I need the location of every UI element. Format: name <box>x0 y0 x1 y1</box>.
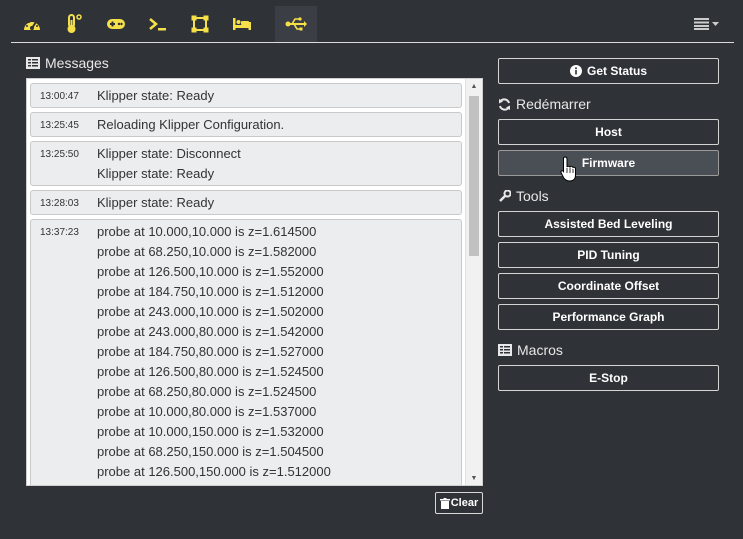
main-menu-button[interactable] <box>694 14 720 34</box>
message-entry: 13:37:23 probe at 10.000,10.000 is z=1.61… <box>30 219 462 485</box>
estop-label: E-Stop <box>589 371 628 385</box>
restart-title: Redémarrer <box>516 96 591 112</box>
get-status-button[interactable]: Get Status <box>498 58 719 84</box>
macros-header: Macros <box>498 342 563 358</box>
tools-header: Tools <box>498 188 549 204</box>
top-nav <box>11 6 734 42</box>
tab-heightmap[interactable] <box>179 6 221 42</box>
tab-bed[interactable] <box>221 6 263 42</box>
message-lines: probe at 10.000,10.000 is z=1.614500 prob… <box>97 222 461 485</box>
tab-console[interactable] <box>137 6 179 42</box>
message-text: probe at 10.000,80.000 is z=1.537000 <box>97 404 317 419</box>
tab-temperature[interactable] <box>53 6 95 42</box>
message-timestamp: 13:25:45 <box>40 120 79 131</box>
message-timestamp: 13:37:23 <box>40 227 79 238</box>
message-text: probe at 184.750,150.000 is z=1.492000 <box>97 482 461 485</box>
performance-graph-label: Performance Graph <box>552 310 665 324</box>
gamepad-icon <box>107 19 125 29</box>
bed-mesh-icon <box>191 15 209 33</box>
assisted-bed-leveling-button[interactable]: Assisted Bed Leveling <box>498 211 719 237</box>
messages-icon <box>26 57 40 69</box>
message-timestamp: 13:25:50 <box>40 149 79 160</box>
firmware-label: Firmware <box>581 156 636 170</box>
terminal-icon <box>149 18 166 31</box>
usb-icon <box>285 17 307 31</box>
message-text: Klipper state: Ready <box>97 166 215 181</box>
restart-header: Redémarrer <box>498 96 591 112</box>
tools-title: Tools <box>516 188 549 204</box>
message-text: Reloading Klipper Configuration. <box>97 117 285 132</box>
message-text: probe at 243.000,80.000 is z=1.542000 <box>97 324 324 339</box>
get-status-label: Get Status <box>586 64 647 78</box>
message-lines: Klipper state: Ready <box>97 193 461 213</box>
restart-firmware-button[interactable]: Firmware <box>498 150 719 176</box>
scroll-up-arrow-icon[interactable]: ▲ <box>466 79 482 93</box>
messages-scrollbar[interactable]: ▲ ▼ <box>465 79 482 485</box>
message-timestamp: 13:00:47 <box>40 91 79 102</box>
message-text: probe at 10.000,150.000 is z=1.532000 <box>97 424 324 439</box>
message-entry: 13:28:03 Klipper state: Ready <box>30 190 462 215</box>
message-lines: Klipper state: Disconnect Klipper state: … <box>97 144 461 184</box>
macros-list-icon <box>498 344 512 356</box>
performance-graph-button[interactable]: Performance Graph <box>498 304 719 330</box>
messages-header: Messages <box>26 55 109 71</box>
message-lines: Klipper state: Ready <box>97 86 461 106</box>
wrench-icon <box>499 189 511 202</box>
message-lines: Reloading Klipper Configuration. <box>97 115 461 135</box>
restart-host-button[interactable]: Host <box>498 119 719 145</box>
bed-icon <box>233 18 251 30</box>
pid-tuning-label: PID Tuning <box>577 248 640 262</box>
message-text: probe at 68.250,80.000 is z=1.524500 <box>97 384 317 399</box>
message-text: probe at 68.250,10.000 is z=1.582000 <box>97 244 317 259</box>
message-text: probe at 243.000,10.000 is z=1.502000 <box>97 304 324 319</box>
clear-label: Clear <box>450 497 479 509</box>
pid-tuning-button[interactable]: PID Tuning <box>498 242 719 268</box>
trash-icon <box>439 497 450 509</box>
messages-title: Messages <box>45 55 109 71</box>
message-timestamp: 13:28:03 <box>40 198 79 209</box>
nav-divider <box>11 42 734 43</box>
refresh-icon <box>499 97 510 111</box>
coordinate-offset-label: Coordinate Offset <box>557 279 660 293</box>
host-label: Host <box>595 125 622 139</box>
thermometer-icon <box>67 14 82 33</box>
message-text: probe at 184.750,80.000 is z=1.527000 <box>97 344 324 359</box>
message-entry: 13:25:45 Reloading Klipper Configuration. <box>30 112 462 137</box>
clear-messages-button[interactable]: Clear <box>435 492 483 514</box>
message-text: probe at 126.500,10.000 is z=1.552000 <box>97 264 324 279</box>
message-text: probe at 126.500,80.000 is z=1.524500 <box>97 364 324 379</box>
scroll-down-arrow-icon[interactable]: ▼ <box>466 471 482 485</box>
message-list: 13:00:47 Klipper state: Ready 13:25:45 Relo… <box>27 79 464 485</box>
messages-panel[interactable]: 13:00:47 Klipper state: Ready 13:25:45 Relo… <box>26 78 483 486</box>
message-text: probe at 126.500,150.000 is z=1.512000 <box>97 464 331 479</box>
tab-control[interactable] <box>95 6 137 42</box>
coordinate-offset-button[interactable]: Coordinate Offset <box>498 273 719 299</box>
estop-button[interactable]: E-Stop <box>498 365 719 391</box>
hand-pointer-cursor-icon <box>560 156 576 182</box>
scroll-thumb[interactable] <box>469 96 479 256</box>
message-text: probe at 184.750,10.000 is z=1.512000 <box>97 284 324 299</box>
tab-connection[interactable] <box>275 6 317 42</box>
message-text: Klipper state: Ready <box>97 88 215 103</box>
macros-title: Macros <box>517 342 563 358</box>
list-menu-icon <box>694 18 719 30</box>
message-text: Klipper state: Disconnect <box>97 146 241 161</box>
tab-dashboard[interactable] <box>11 6 53 42</box>
message-entry: 13:25:50 Klipper state: Disconnect Klipper… <box>30 141 462 186</box>
message-text: probe at 10.000,10.000 is z=1.614500 <box>97 224 317 239</box>
message-entry: 13:00:47 Klipper state: Ready <box>30 83 462 108</box>
message-text: probe at 68.250,150.000 is z=1.504500 <box>97 444 324 459</box>
info-circle-icon <box>569 65 582 77</box>
message-text: Klipper state: Ready <box>97 195 215 210</box>
assisted-bed-leveling-label: Assisted Bed Leveling <box>544 217 673 231</box>
dashboard-gauge-icon <box>24 20 40 30</box>
